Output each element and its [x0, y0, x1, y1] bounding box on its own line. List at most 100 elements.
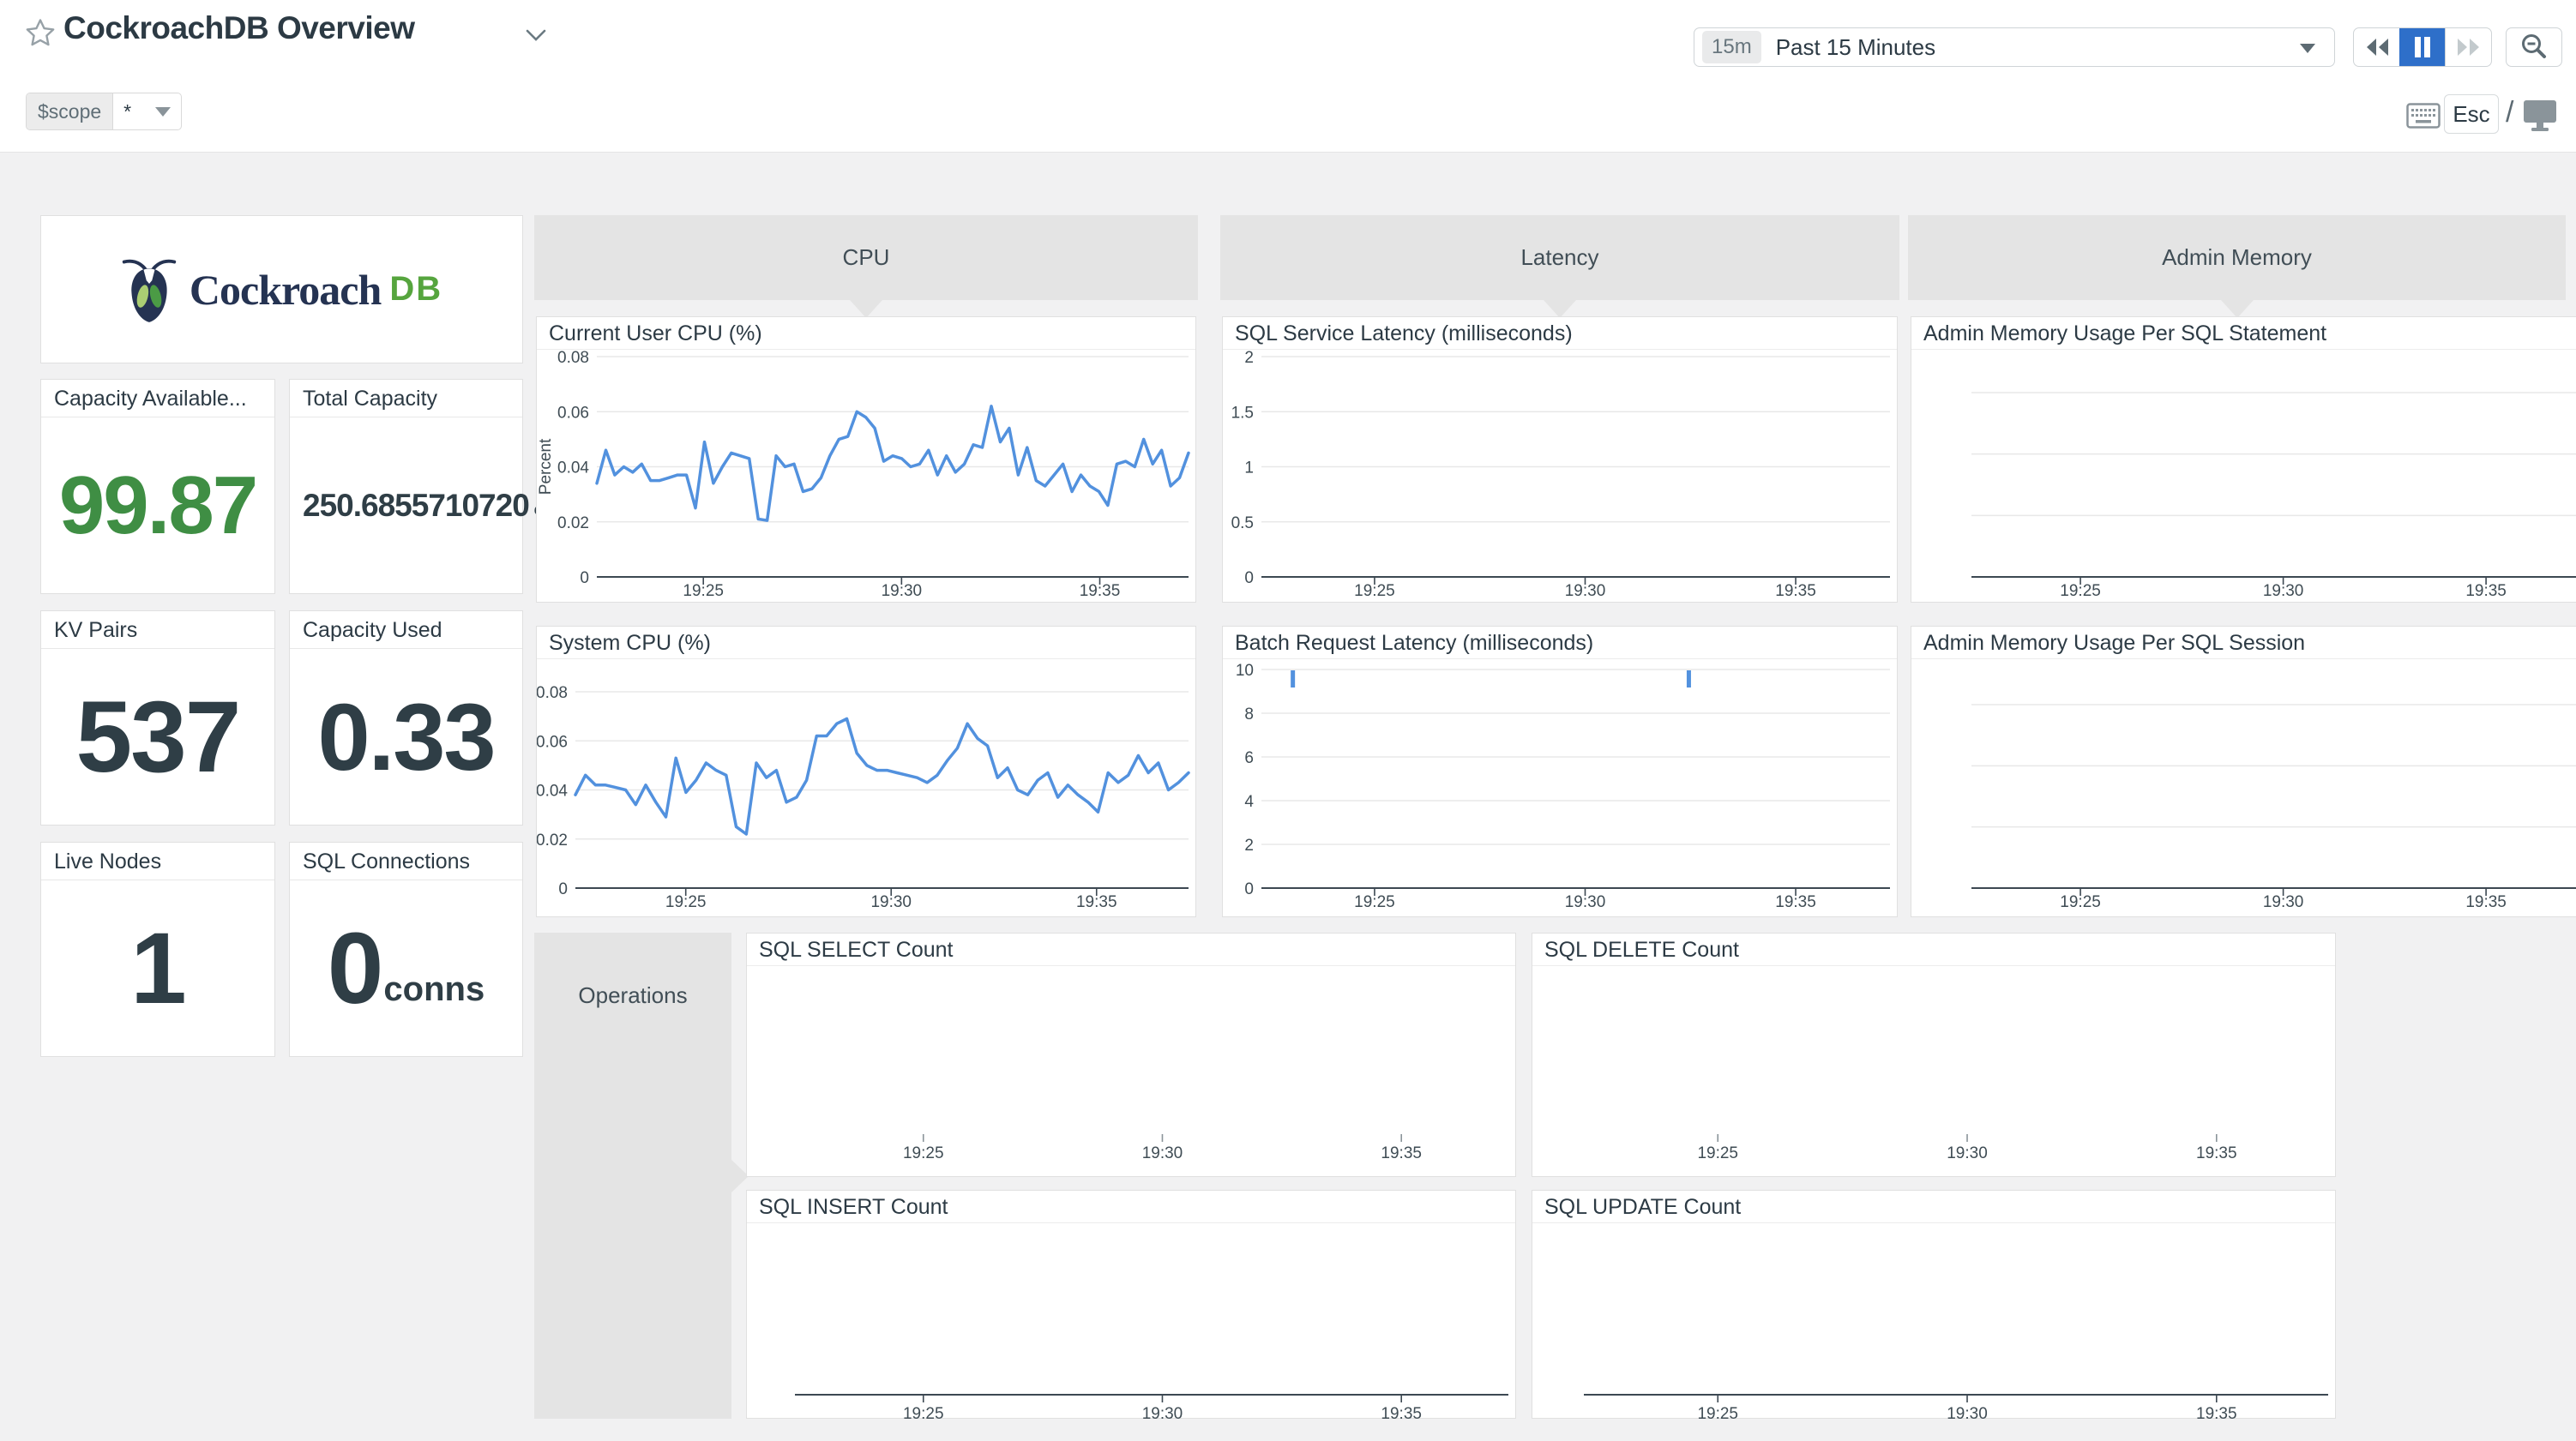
chevron-down-icon[interactable] [525, 27, 547, 43]
monitor-icon [2523, 99, 2557, 132]
svg-text:2: 2 [1244, 837, 1254, 855]
group-header-cpu[interactable]: CPU [534, 215, 1198, 300]
line-chart-sql-select-count[interactable]: 19:2519:3019:35 [747, 966, 1517, 1178]
svg-text:Percent: Percent [537, 438, 555, 495]
group-header-latency[interactable]: Latency [1220, 215, 1899, 300]
group-label: Latency [1520, 244, 1598, 271]
svg-text:0: 0 [558, 880, 568, 898]
cockroachdb-logo-card: Cockroach DB [40, 215, 523, 363]
zoom-out-button[interactable] [2506, 27, 2562, 67]
rewind-icon [2362, 35, 2392, 59]
svg-text:0.5: 0.5 [1231, 514, 1254, 532]
line-chart-admin-memory-statement[interactable]: 19:2519:3019:35 [1911, 350, 2576, 603]
svg-text:19:25: 19:25 [903, 1144, 944, 1162]
svg-text:19:25: 19:25 [1354, 893, 1395, 911]
stat-value: 250.6855710720 [303, 488, 529, 524]
fast-forward-icon [2454, 35, 2483, 59]
svg-text:19:35: 19:35 [2196, 1144, 2237, 1162]
svg-text:4: 4 [1244, 793, 1254, 811]
svg-text:19:30: 19:30 [2263, 893, 2304, 911]
top-bar: CockroachDB Overview $scope * 15m Past 1… [0, 0, 2576, 153]
group-header-admin-memory[interactable]: Admin Memory [1908, 215, 2566, 300]
line-chart-sql-service-latency[interactable]: 2 1.5 1 0.5 0 19:25 19:30 19:35 [1223, 350, 1899, 603]
svg-text:19:35: 19:35 [2465, 893, 2507, 911]
svg-text:19:30: 19:30 [882, 582, 923, 600]
group-notch [2221, 300, 2254, 318]
svg-text:19:35: 19:35 [2465, 582, 2507, 600]
svg-text:0: 0 [1244, 569, 1254, 587]
line-chart-admin-memory-session[interactable]: 19:2519:3019:35 [1911, 659, 2576, 918]
chart-title: System CPU (%) [537, 627, 1195, 659]
svg-text:19:30: 19:30 [1947, 1405, 1988, 1420]
svg-text:0.06: 0.06 [557, 404, 589, 422]
caret-down-icon [155, 107, 171, 117]
svg-text:0.04: 0.04 [537, 783, 568, 801]
line-chart-system-cpu[interactable]: 0.080.060.040.02019:2519:3019:35 [537, 659, 1197, 918]
line-chart-batch-request-latency[interactable]: 108642019:2519:3019:35 [1223, 659, 1899, 918]
line-chart-current-user-cpu[interactable]: 0.080.060.040.02019:2519:3019:35Percent [537, 350, 1197, 603]
time-range-select[interactable]: 15m Past 15 Minutes [1694, 27, 2335, 67]
line-chart-sql-delete-count[interactable]: 19:2519:3019:35 [1532, 966, 2337, 1178]
chart-panel-system-cpu: System CPU (%) 0.080.060.040.02019:2519:… [536, 626, 1196, 917]
stat-card-kv-pairs: KV Pairs 537 [40, 610, 275, 826]
svg-text:10: 10 [1236, 662, 1254, 680]
chart-panel-sql-insert-count: SQL INSERT Count 19:2519:3019:35 [746, 1190, 1516, 1419]
chart-panel-sql-update-count: SQL UPDATE Count 19:2519:3019:35 [1532, 1190, 2336, 1419]
svg-text:1.5: 1.5 [1231, 404, 1254, 422]
chart-title: SQL INSERT Count [747, 1191, 1515, 1223]
svg-text:19:30: 19:30 [1565, 582, 1606, 600]
template-variable-scope[interactable]: $scope * [26, 93, 182, 130]
svg-text:19:35: 19:35 [1775, 582, 1816, 600]
stat-card-capacity-used: Capacity Used 0.33 [289, 610, 523, 826]
svg-text:19:30: 19:30 [1142, 1405, 1183, 1420]
fast-forward-button[interactable] [2445, 28, 2491, 66]
svg-text:19:30: 19:30 [1565, 893, 1606, 911]
stat-card-sql-connections: SQL Connections 0 conns [289, 842, 523, 1057]
rewind-button[interactable] [2354, 28, 2399, 66]
stat-value: 537 [76, 679, 240, 796]
svg-text:19:30: 19:30 [2263, 582, 2304, 600]
svg-text:19:30: 19:30 [1947, 1144, 1988, 1162]
stat-value: 0.33 [317, 683, 494, 792]
time-range-badge: 15m [1702, 31, 1761, 63]
stat-card-live-nodes: Live Nodes 1 [40, 842, 275, 1057]
svg-text:0.08: 0.08 [557, 350, 589, 367]
star-icon[interactable] [24, 17, 57, 50]
svg-text:19:35: 19:35 [2196, 1405, 2237, 1420]
svg-text:1: 1 [1244, 459, 1254, 477]
svg-text:8: 8 [1244, 705, 1254, 724]
chart-title: Admin Memory Usage Per SQL Session [1911, 627, 2576, 659]
group-header-operations[interactable]: Operations [534, 933, 731, 1419]
svg-text:0: 0 [580, 569, 589, 587]
chart-title: Admin Memory Usage Per SQL Statement [1911, 317, 2576, 350]
tv-mode-button[interactable] [2523, 99, 2557, 136]
stat-card-title: Live Nodes [41, 843, 274, 880]
zoom-out-icon [2519, 33, 2549, 62]
time-range-label: Past 15 Minutes [1776, 34, 1935, 61]
svg-text:0.04: 0.04 [557, 459, 589, 477]
chart-panel-admin-memory-statement: Admin Memory Usage Per SQL Statement 19:… [1911, 316, 2576, 603]
chart-panel-sql-select-count: SQL SELECT Count 19:2519:3019:35 [746, 933, 1516, 1177]
pause-button[interactable] [2399, 28, 2445, 66]
chart-title: SQL DELETE Count [1532, 934, 2335, 966]
esc-button[interactable]: Esc [2444, 94, 2499, 134]
group-label: Operations [534, 982, 731, 1009]
line-chart-sql-update-count[interactable]: 19:25 19:30 19:35 [1532, 1223, 2337, 1420]
keyboard-shortcuts-button[interactable] [2406, 103, 2441, 133]
svg-text:19:25: 19:25 [1354, 582, 1395, 600]
group-notch [1544, 300, 1576, 318]
stat-card-title: Capacity Available... [41, 380, 274, 417]
stat-card-title: KV Pairs [41, 611, 274, 649]
svg-text:19:25: 19:25 [903, 1405, 944, 1420]
group-label: Admin Memory [2162, 244, 2312, 271]
chart-panel-sql-service-latency: SQL Service Latency (milliseconds) 21.51… [1222, 316, 1898, 603]
chart-title: Batch Request Latency (milliseconds) [1223, 627, 1897, 659]
line-chart-sql-insert-count[interactable]: 19:2519:3019:35 [747, 1223, 1517, 1420]
svg-text:19:25: 19:25 [1697, 1405, 1738, 1420]
chart-panel-batch-request-latency: Batch Request Latency (milliseconds) 10 8… [1222, 626, 1898, 917]
svg-text:19:30: 19:30 [1142, 1144, 1183, 1162]
svg-text:2: 2 [1244, 350, 1254, 367]
chart-title: SQL SELECT Count [747, 934, 1515, 966]
pause-icon [2412, 36, 2433, 58]
scope-variable-name: $scope [27, 93, 113, 129]
